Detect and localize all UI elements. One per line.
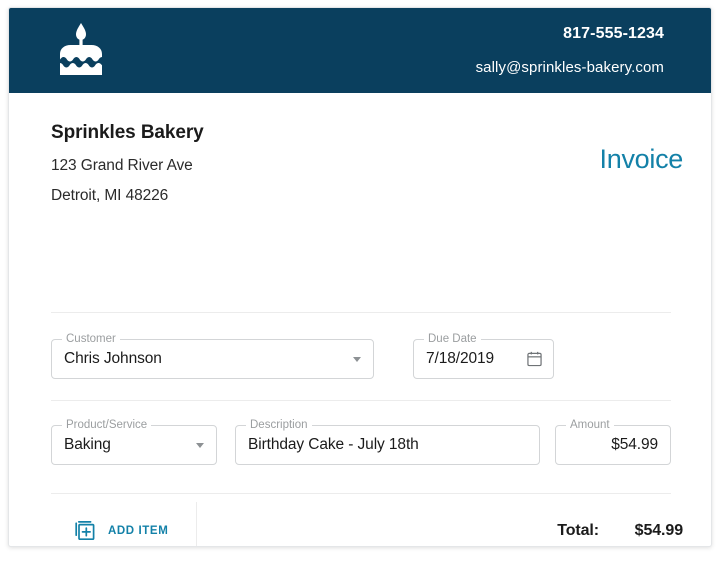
company-name: Sprinkles Bakery bbox=[51, 122, 204, 143]
chevron-down-icon[interactable] bbox=[196, 443, 204, 448]
product-service-select[interactable]: Product/Service Baking bbox=[51, 418, 217, 465]
total-value: $54.99 bbox=[634, 522, 683, 539]
divider-totals bbox=[51, 493, 671, 494]
description-value: Birthday Cake - July 18th bbox=[248, 436, 419, 453]
divider-top bbox=[51, 312, 671, 313]
total-label: Total: bbox=[557, 522, 599, 539]
header-email: sally@sprinkles-bakery.com bbox=[475, 59, 664, 76]
description-field[interactable]: Description Birthday Cake - July 18th bbox=[235, 418, 540, 465]
calendar-icon[interactable] bbox=[527, 351, 542, 367]
library-add-icon bbox=[75, 521, 95, 541]
birthday-cake-icon bbox=[50, 20, 112, 82]
company-address-line1: 123 Grand River Ave bbox=[51, 157, 193, 174]
customer-value: Chris Johnson bbox=[64, 350, 162, 367]
add-item-button[interactable]: ADD ITEM bbox=[75, 521, 168, 541]
customer-select[interactable]: Customer Chris Johnson bbox=[51, 332, 374, 379]
company-address-line2: Detroit, MI 48226 bbox=[51, 187, 169, 204]
divider-line-items bbox=[51, 400, 671, 401]
invoice-card: 817-555-1234 sally@sprinkles-bakery.com … bbox=[8, 7, 712, 547]
header-contact-block: 817-555-1234 sally@sprinkles-bakery.com bbox=[476, 24, 664, 78]
page-title: Invoice bbox=[599, 144, 684, 174]
amount-value: $54.99 bbox=[611, 436, 658, 453]
chevron-down-icon[interactable] bbox=[353, 357, 361, 362]
due-date-value: 7/18/2019 bbox=[426, 350, 495, 367]
add-item-label: ADD ITEM bbox=[108, 525, 169, 537]
product-service-value: Baking bbox=[64, 436, 111, 453]
amount-field[interactable]: Amount $54.99 bbox=[555, 418, 671, 465]
divider-vertical bbox=[196, 502, 197, 546]
due-date-field[interactable]: Due Date 7/18/2019 bbox=[413, 332, 554, 379]
header-phone: 817-555-1234 bbox=[563, 25, 664, 42]
invoice-header: 817-555-1234 sally@sprinkles-bakery.com bbox=[9, 8, 711, 93]
company-info: Sprinkles Bakery 123 Grand River Ave Det… bbox=[51, 122, 204, 205]
